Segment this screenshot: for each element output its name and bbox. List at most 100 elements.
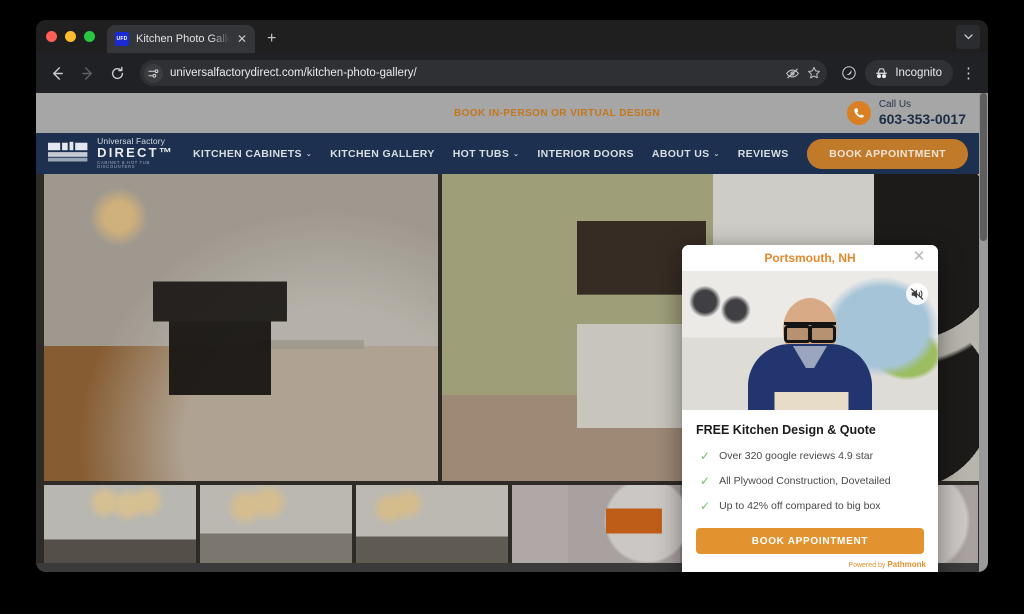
- star-icon: [808, 66, 821, 79]
- powered-prefix: Powered by: [848, 562, 888, 569]
- gallery-thumb-kitchen-brass-range-hood[interactable]: [356, 485, 508, 563]
- nav-item-interior-doors[interactable]: INTERIOR DOORS: [528, 148, 643, 160]
- bookmark-star-icon[interactable]: [807, 66, 821, 80]
- benefit-text: Over 320 google reviews 4.9 star: [719, 450, 874, 462]
- extensions-button[interactable]: [837, 61, 861, 85]
- call-us-label: Call Us: [878, 99, 912, 111]
- browser-tab[interactable]: UFD Kitchen Photo Gallery - Disco ✕: [107, 25, 255, 53]
- presenter-glasses: [784, 322, 836, 343]
- incognito-label: Incognito: [895, 67, 942, 79]
- nav-item-reviews[interactable]: REVIEWS: [729, 148, 798, 160]
- tab-strip: UFD Kitchen Photo Gallery - Disco ✕ +: [36, 20, 988, 53]
- nav-item-hot-tubs[interactable]: HOT TUBS ⌄: [444, 148, 529, 160]
- nav-label: ABOUT US: [651, 147, 710, 160]
- photo-overlay: [44, 174, 438, 481]
- logo-wordmark: Universal Factory DIRECT™ CABINET & HOT …: [97, 137, 184, 169]
- phone-handset-icon: [854, 108, 864, 118]
- nav-book-appointment-button[interactable]: BOOK APPOINTMENT: [807, 138, 968, 169]
- browser-window: UFD Kitchen Photo Gallery - Disco ✕ +: [36, 20, 988, 572]
- page-scrollbar[interactable]: [979, 93, 988, 572]
- photo-overlay: [356, 485, 508, 563]
- tracking-protection-icon[interactable]: [785, 66, 800, 81]
- call-us-block[interactable]: Call Us 603-353-0017: [846, 99, 966, 127]
- announcement-text[interactable]: BOOK IN-PERSON OR VIRTUAL DESIGN: [454, 108, 660, 119]
- nav-label: KITCHEN GALLERY: [330, 147, 435, 160]
- video-mute-toggle[interactable]: [906, 283, 928, 305]
- close-window-button[interactable]: [46, 31, 57, 42]
- nav-label: HOT TUBS: [452, 147, 510, 160]
- address-bar[interactable]: universalfactorydirect.com/kitchen-photo…: [140, 60, 828, 86]
- nav-label: REVIEWS: [737, 147, 789, 160]
- nav-label: KITCHEN CABINETS: [193, 147, 302, 160]
- check-icon: ✓: [700, 499, 711, 513]
- reload-button[interactable]: [104, 60, 130, 86]
- presenter-document: [774, 392, 849, 410]
- forward-arrow-icon: [81, 66, 92, 80]
- speaker-muted-icon: [910, 288, 924, 300]
- extension-leaf-icon: [842, 66, 857, 80]
- browser-toolbar: universalfactorydirect.com/kitchen-photo…: [36, 53, 988, 93]
- chevron-down-icon: ⌄: [513, 150, 520, 158]
- announcement-bar: BOOK IN-PERSON OR VIRTUAL DESIGN Call Us…: [36, 93, 988, 133]
- popup-video-player[interactable]: [682, 271, 938, 410]
- eye-slash-icon: [786, 68, 800, 78]
- new-tab-button[interactable]: +: [267, 31, 276, 47]
- phone-number[interactable]: 603-353-0017: [879, 111, 966, 127]
- photo-overlay: [200, 485, 352, 563]
- benefit-text: All Plywood Construction, Dovetailed: [719, 475, 891, 487]
- benefit-text: Up to 42% off compared to big box: [719, 500, 881, 512]
- tab-title: Kitchen Photo Gallery - Disco: [136, 33, 230, 45]
- maximize-window-button[interactable]: [84, 31, 95, 42]
- popup-benefit-item: ✓ All Plywood Construction, Dovetailed: [696, 475, 924, 487]
- video-presenter: [746, 298, 874, 410]
- minimize-window-button[interactable]: [65, 31, 76, 42]
- chevron-down-icon: [963, 34, 973, 40]
- incognito-indicator[interactable]: Incognito: [865, 60, 953, 86]
- popup-book-appointment-button[interactable]: BOOK APPOINTMENT: [696, 528, 924, 554]
- popup-heading: FREE Kitchen Design & Quote: [696, 423, 876, 437]
- site-logo[interactable]: Universal Factory DIRECT™ CABINET & HOT …: [48, 137, 184, 169]
- logo-cabinet-icon: [48, 141, 88, 162]
- logo-tagline: CABINET & HOT TUB DISCOUNTERS: [97, 159, 150, 170]
- site-settings-icon[interactable]: [144, 63, 163, 83]
- browser-menu-button[interactable]: ⋮: [957, 64, 980, 82]
- powered-by-pathmonk[interactable]: Powered by Pathmonk: [682, 554, 938, 569]
- chevron-down-icon: ⌄: [713, 150, 720, 158]
- popup-benefit-item: ✓ Over 320 google reviews 4.9 star: [696, 450, 924, 462]
- nav-item-about-us[interactable]: ABOUT US ⌄: [643, 148, 729, 160]
- site-navigation: Universal Factory DIRECT™ CABINET & HOT …: [36, 133, 988, 174]
- popup-body: FREE Kitchen Design & Quote ✓ Over 320 g…: [682, 410, 938, 512]
- check-icon: ✓: [700, 449, 711, 463]
- gallery-photo-open-concept-living-room-kitchen[interactable]: [44, 174, 438, 481]
- window-controls: [46, 20, 107, 53]
- page-viewport: BOOK IN-PERSON OR VIRTUAL DESIGN Call Us…: [36, 93, 988, 572]
- reload-icon: [111, 66, 123, 79]
- logo-line-2: DIRECT™: [97, 144, 174, 160]
- popup-header: Portsmouth, NH ✕: [682, 245, 938, 271]
- nav-item-kitchen-cabinets[interactable]: KITCHEN CABINETS ⌄: [184, 148, 321, 160]
- photo-overlay: [44, 485, 196, 563]
- incognito-icon: [876, 67, 888, 78]
- phone-icon: [846, 101, 871, 125]
- popup-location-title: Portsmouth, NH: [764, 251, 856, 265]
- nav-label: INTERIOR DOORS: [537, 147, 634, 160]
- tune-icon: [148, 68, 159, 78]
- back-button[interactable]: [44, 60, 70, 86]
- popup-close-button[interactable]: ✕: [906, 245, 932, 269]
- check-icon: ✓: [700, 474, 711, 488]
- pathmonk-brand: Pathmonk: [887, 560, 926, 569]
- popup-benefit-item: ✓ Up to 42% off compared to big box: [696, 500, 924, 512]
- close-tab-button[interactable]: ✕: [237, 33, 247, 45]
- nav-item-kitchen-gallery[interactable]: KITCHEN GALLERY: [321, 148, 444, 160]
- chevron-down-icon: ⌄: [305, 150, 313, 158]
- gallery-thumb-kitchen-island-lanterns[interactable]: [200, 485, 352, 563]
- tab-search-button[interactable]: [956, 25, 980, 49]
- back-arrow-icon: [52, 66, 63, 80]
- gallery-thumb-white-kitchen-pendant-lights[interactable]: [44, 485, 196, 563]
- scrollbar-thumb[interactable]: [980, 93, 987, 241]
- pathmonk-popup: Portsmouth, NH ✕ FREE Kitchen Design & Q…: [682, 245, 938, 572]
- forward-button[interactable]: [74, 60, 100, 86]
- favicon-ufd: UFD: [115, 32, 129, 46]
- presenter-collar: [793, 346, 827, 368]
- url-text: universalfactorydirect.com/kitchen-photo…: [170, 67, 417, 79]
